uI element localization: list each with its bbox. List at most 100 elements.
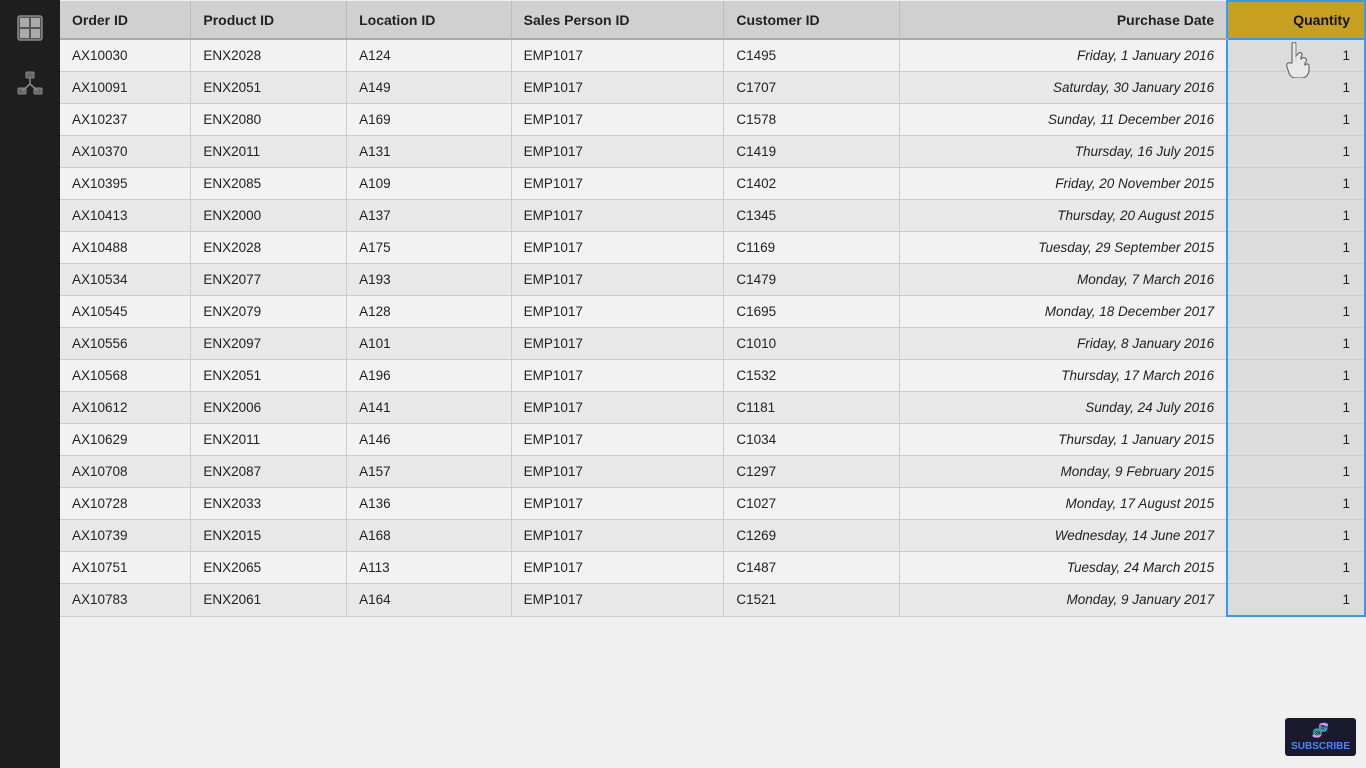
quantity-cell: 1 [1227,39,1365,72]
order-id-cell: AX10030 [60,39,191,72]
quantity-cell: 1 [1227,104,1365,136]
main-content: Order ID Product ID Location ID Sales Pe… [60,0,1366,768]
quantity-cell: 1 [1227,168,1365,200]
product-id-cell: ENX2085 [191,168,347,200]
location-id-cell: A124 [347,39,512,72]
table-row[interactable]: AX10728ENX2033A136EMP1017C1027Monday, 17… [60,488,1365,520]
table-row[interactable]: AX10629ENX2011A146EMP1017C1034Thursday, … [60,424,1365,456]
quantity-cell: 1 [1227,72,1365,104]
table-row[interactable]: AX10739ENX2015A168EMP1017C1269Wednesday,… [60,520,1365,552]
location-id-cell: A128 [347,296,512,328]
quantity-cell: 1 [1227,328,1365,360]
customer-id-header[interactable]: Customer ID [724,1,900,39]
table-row[interactable]: AX10395ENX2085A109EMP1017C1402Friday, 20… [60,168,1365,200]
quantity-cell: 1 [1227,584,1365,617]
sales-person-id-cell: EMP1017 [511,232,724,264]
table-row[interactable]: AX10534ENX2077A193EMP1017C1479Monday, 7 … [60,264,1365,296]
order-id-cell: AX10708 [60,456,191,488]
purchase-date-cell: Friday, 1 January 2016 [900,39,1227,72]
customer-id-cell: C1345 [724,200,900,232]
sales-person-id-cell: EMP1017 [511,328,724,360]
purchase-date-cell: Sunday, 11 December 2016 [900,104,1227,136]
order-id-cell: AX10783 [60,584,191,617]
location-id-cell: A157 [347,456,512,488]
purchase-date-cell: Thursday, 16 July 2015 [900,136,1227,168]
customer-id-cell: C1578 [724,104,900,136]
sales-person-id-cell: EMP1017 [511,136,724,168]
product-id-cell: ENX2079 [191,296,347,328]
sales-person-id-cell: EMP1017 [511,168,724,200]
customer-id-cell: C1010 [724,328,900,360]
table-row[interactable]: AX10370ENX2011A131EMP1017C1419Thursday, … [60,136,1365,168]
order-id-cell: AX10413 [60,200,191,232]
customer-id-cell: C1419 [724,136,900,168]
quantity-cell: 1 [1227,296,1365,328]
orders-table: Order ID Product ID Location ID Sales Pe… [60,0,1366,617]
sales-person-id-cell: EMP1017 [511,424,724,456]
network-icon[interactable] [12,66,48,102]
table-row[interactable]: AX10413ENX2000A137EMP1017C1345Thursday, … [60,200,1365,232]
order-id-cell: AX10488 [60,232,191,264]
product-id-cell: ENX2011 [191,136,347,168]
product-id-cell: ENX2011 [191,424,347,456]
purchase-date-cell: Monday, 18 December 2017 [900,296,1227,328]
table-row[interactable]: AX10030ENX2028A124EMP1017C1495Friday, 1 … [60,39,1365,72]
location-id-header[interactable]: Location ID [347,1,512,39]
table-row[interactable]: AX10708ENX2087A157EMP1017C1297Monday, 9 … [60,456,1365,488]
sales-person-id-cell: EMP1017 [511,296,724,328]
table-row[interactable]: AX10568ENX2051A196EMP1017C1532Thursday, … [60,360,1365,392]
sales-person-id-cell: EMP1017 [511,584,724,617]
location-id-cell: A131 [347,136,512,168]
product-id-cell: ENX2051 [191,72,347,104]
table-row[interactable]: AX10783ENX2061A164EMP1017C1521Monday, 9 … [60,584,1365,617]
sales-person-id-cell: EMP1017 [511,552,724,584]
location-id-cell: A175 [347,232,512,264]
data-table-container[interactable]: Order ID Product ID Location ID Sales Pe… [60,0,1366,768]
purchase-date-cell: Thursday, 20 August 2015 [900,200,1227,232]
order-id-cell: AX10556 [60,328,191,360]
table-row[interactable]: AX10556ENX2097A101EMP1017C1010Friday, 8 … [60,328,1365,360]
dna-icon: 🧬 [1312,722,1329,739]
order-id-cell: AX10091 [60,72,191,104]
quantity-cell: 1 [1227,456,1365,488]
calendar-icon[interactable] [12,10,48,46]
customer-id-cell: C1169 [724,232,900,264]
quantity-header[interactable]: Quantity [1227,1,1365,39]
product-id-cell: ENX2006 [191,392,347,424]
product-id-header[interactable]: Product ID [191,1,347,39]
purchase-date-cell: Thursday, 17 March 2016 [900,360,1227,392]
location-id-cell: A146 [347,424,512,456]
subscribe-badge[interactable]: 🧬 SUBSCRIBE [1285,718,1356,756]
location-id-cell: A137 [347,200,512,232]
purchase-date-header[interactable]: Purchase Date [900,1,1227,39]
product-id-cell: ENX2077 [191,264,347,296]
product-id-cell: ENX2033 [191,488,347,520]
purchase-date-cell: Monday, 17 August 2015 [900,488,1227,520]
quantity-cell: 1 [1227,424,1365,456]
sales-person-id-cell: EMP1017 [511,264,724,296]
location-id-cell: A113 [347,552,512,584]
order-id-cell: AX10751 [60,552,191,584]
quantity-cell: 1 [1227,488,1365,520]
table-row[interactable]: AX10488ENX2028A175EMP1017C1169Tuesday, 2… [60,232,1365,264]
table-row[interactable]: AX10612ENX2006A141EMP1017C1181Sunday, 24… [60,392,1365,424]
customer-id-cell: C1269 [724,520,900,552]
location-id-cell: A109 [347,168,512,200]
order-id-header[interactable]: Order ID [60,1,191,39]
table-row[interactable]: AX10237ENX2080A169EMP1017C1578Sunday, 11… [60,104,1365,136]
location-id-cell: A136 [347,488,512,520]
purchase-date-cell: Monday, 9 January 2017 [900,584,1227,617]
customer-id-cell: C1495 [724,39,900,72]
sales-person-id-header[interactable]: Sales Person ID [511,1,724,39]
sales-person-id-cell: EMP1017 [511,39,724,72]
customer-id-cell: C1402 [724,168,900,200]
quantity-cell: 1 [1227,232,1365,264]
table-row[interactable]: AX10091ENX2051A149EMP1017C1707Saturday, … [60,72,1365,104]
table-row[interactable]: AX10751ENX2065A113EMP1017C1487Tuesday, 2… [60,552,1365,584]
purchase-date-cell: Friday, 8 January 2016 [900,328,1227,360]
table-header-row: Order ID Product ID Location ID Sales Pe… [60,1,1365,39]
table-row[interactable]: AX10545ENX2079A128EMP1017C1695Monday, 18… [60,296,1365,328]
product-id-cell: ENX2080 [191,104,347,136]
sales-person-id-cell: EMP1017 [511,360,724,392]
location-id-cell: A168 [347,520,512,552]
